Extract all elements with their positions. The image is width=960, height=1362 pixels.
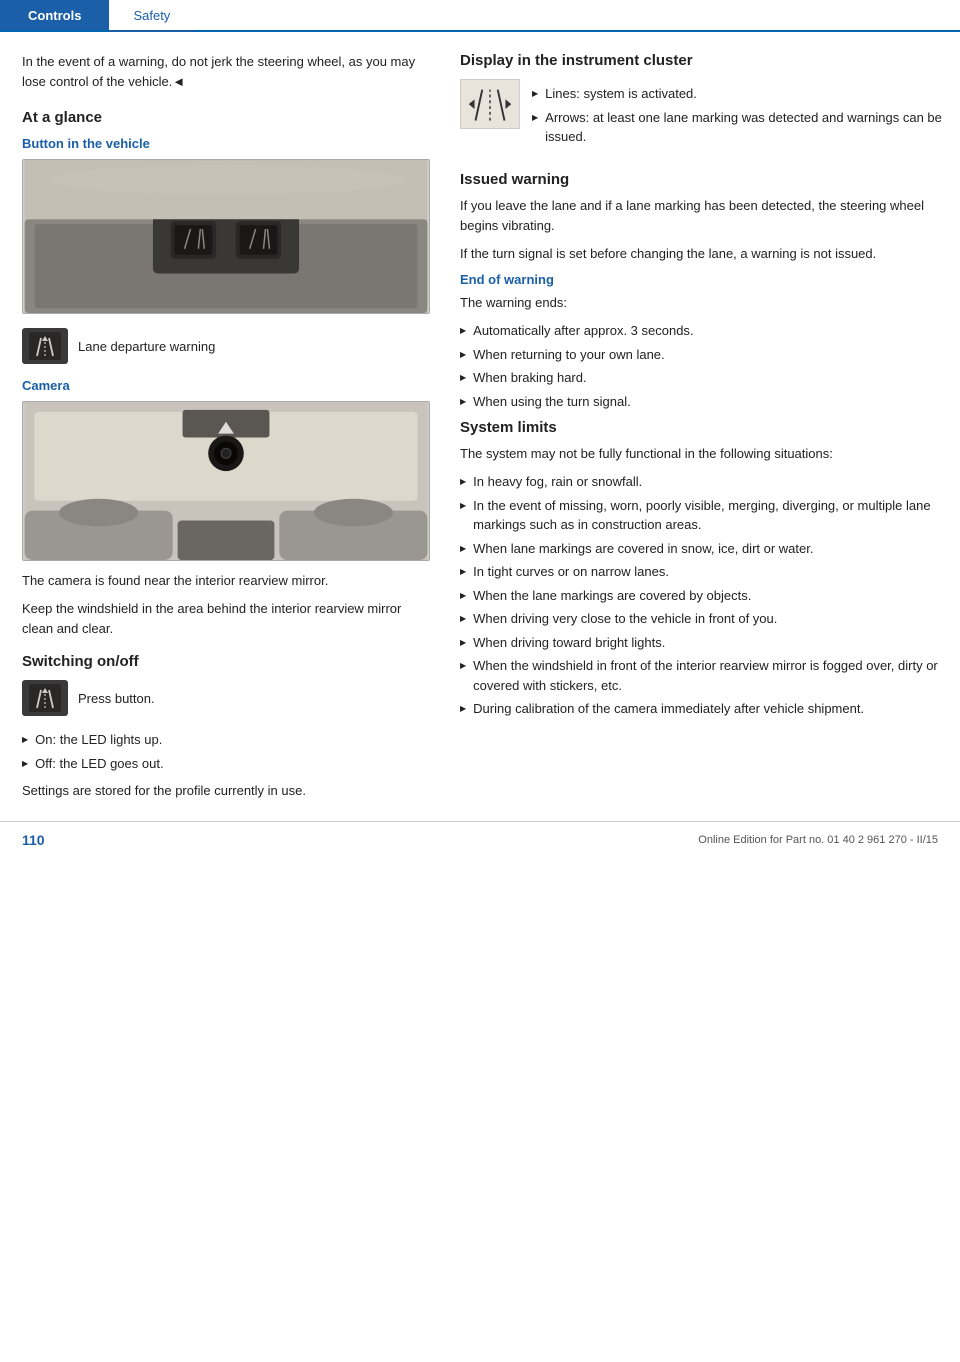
- edition-info: Online Edition for Part no. 01 40 2 961 …: [698, 834, 938, 846]
- switching-title: Switching on/off: [22, 653, 432, 670]
- settings-text: Settings are stored for the profile curr…: [22, 781, 432, 801]
- end-bullet-1: Automatically after approx. 3 seconds.: [460, 321, 942, 341]
- lane-departure-icon-badge: [22, 328, 68, 364]
- left-column: In the event of a warning, do not jerk t…: [0, 52, 450, 801]
- bullet-on: On: the LED lights up.: [22, 730, 432, 750]
- camera-desc2: Keep the windshield in the area behind t…: [22, 599, 432, 639]
- end-of-warning-bullets: Automatically after approx. 3 seconds. W…: [460, 321, 942, 411]
- switching-icon-badge: [22, 680, 68, 716]
- display-title: Display in the instrument cluster: [460, 52, 942, 69]
- camera-image: [22, 401, 430, 561]
- display-instrument-row: Lines: system is activated. Arrows: at l…: [460, 79, 942, 155]
- instrument-bullets: Lines: system is activated. Arrows: at l…: [532, 79, 942, 155]
- end-bullet-3: When braking hard.: [460, 368, 942, 388]
- page-content: In the event of a warning, do not jerk t…: [0, 32, 960, 801]
- switching-badge-row: Press button.: [22, 680, 432, 716]
- end-bullet-4: When using the turn signal.: [460, 392, 942, 412]
- page-number: 110: [22, 832, 45, 848]
- lane-departure-label: Lane departure warning: [78, 339, 215, 354]
- issued-p1: If you leave the lane and if a lane mark…: [460, 196, 942, 236]
- display-bullet1: Lines: system is activated.: [532, 84, 942, 104]
- bullet-off: Off: the LED goes out.: [22, 754, 432, 774]
- tab-controls[interactable]: Controls: [0, 0, 109, 30]
- tab-safety[interactable]: Safety: [109, 0, 194, 32]
- header-tabs: Controls Safety: [0, 0, 960, 32]
- press-button-label: Press button.: [78, 691, 155, 706]
- sl-bullet-8: When the windshield in front of the inte…: [460, 656, 942, 695]
- at-a-glance-title: At a glance: [22, 109, 432, 126]
- button-in-vehicle-title: Button in the vehicle: [22, 136, 432, 151]
- camera-desc1: The camera is found near the interior re…: [22, 571, 432, 591]
- end-of-warning-title: End of warning: [460, 272, 942, 287]
- sl-bullet-7: When driving toward bright lights.: [460, 633, 942, 653]
- switching-bullets: On: the LED lights up. Off: the LED goes…: [22, 730, 432, 773]
- sl-bullet-6: When driving very close to the vehicle i…: [460, 609, 942, 629]
- sl-bullet-3: When lane markings are covered in snow, …: [460, 539, 942, 559]
- system-limits-bullets: In heavy fog, rain or snowfall. In the e…: [460, 472, 942, 719]
- right-column: Display in the instrument cluster Lin: [450, 52, 960, 801]
- lane-departure-row: Lane departure warning: [22, 328, 432, 364]
- footer: 110 Online Edition for Part no. 01 40 2 …: [0, 821, 960, 858]
- issued-p2: If the turn signal is set before changin…: [460, 244, 942, 264]
- switching-section: Switching on/off Press button. On: the L…: [22, 653, 432, 801]
- button-vehicle-image: [22, 159, 430, 314]
- instrument-icon: [460, 79, 520, 129]
- end-bullet-2: When returning to your own lane.: [460, 345, 942, 365]
- system-limits-title: System limits: [460, 419, 942, 436]
- camera-title: Camera: [22, 378, 432, 393]
- sl-bullet-9: During calibration of the camera immedia…: [460, 699, 942, 719]
- sl-bullet-4: In tight curves or on narrow lanes.: [460, 562, 942, 582]
- issued-warning-title: Issued warning: [460, 171, 942, 188]
- end-of-warning-intro: The warning ends:: [460, 293, 942, 313]
- sl-bullet-5: When the lane markings are covered by ob…: [460, 586, 942, 606]
- intro-text: In the event of a warning, do not jerk t…: [22, 52, 432, 91]
- display-bullet2: Arrows: at least one lane marking was de…: [532, 108, 942, 147]
- sl-bullet-1: In heavy fog, rain or snowfall.: [460, 472, 942, 492]
- system-limits-intro: The system may not be fully functional i…: [460, 444, 942, 464]
- sl-bullet-2: In the event of missing, worn, poorly vi…: [460, 496, 942, 535]
